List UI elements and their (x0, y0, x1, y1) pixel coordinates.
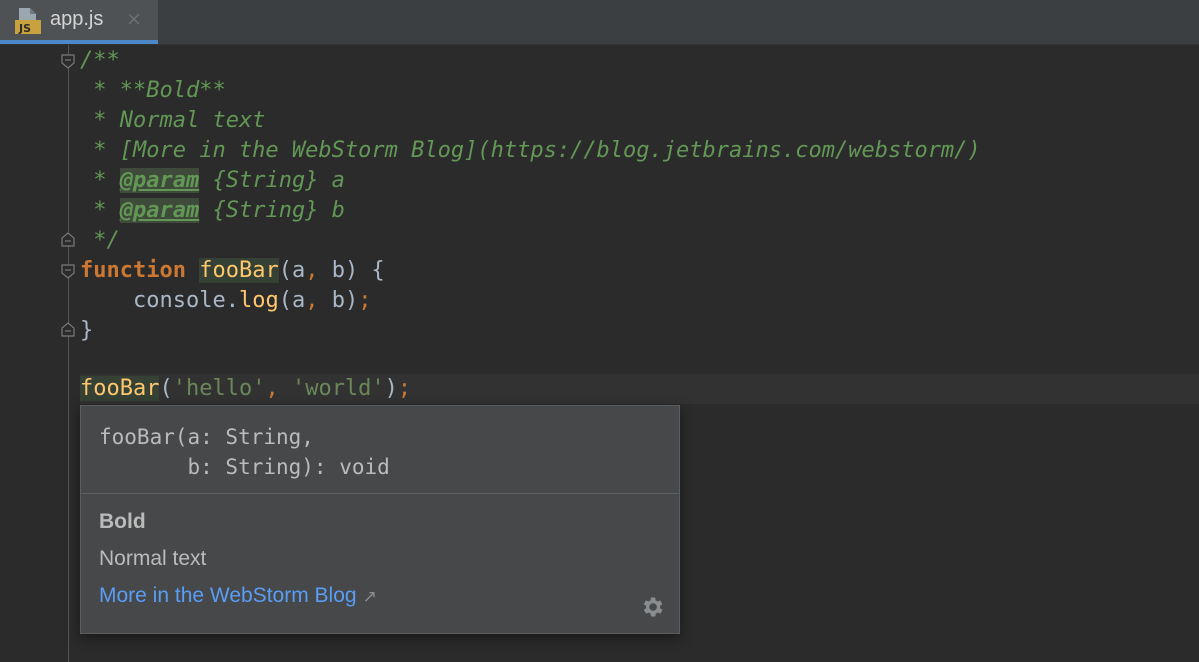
gutter-fold-line (68, 45, 69, 662)
quick-documentation-popup[interactable]: fooBar(a: String, b: String): void Bold … (80, 405, 680, 634)
semicolon: ; (358, 288, 372, 313)
comma: , (305, 258, 319, 283)
semicolon: ; (397, 376, 412, 401)
code-text: b) (318, 288, 359, 313)
doc-normal-text: Normal text (99, 547, 207, 570)
code-line: */ (80, 226, 120, 256)
fold-collapse-icon[interactable] (61, 54, 75, 69)
code-text: b) { (318, 258, 385, 283)
external-link-icon: ↗ (362, 587, 377, 606)
comment-text: * Normal text (80, 108, 266, 133)
string-literal: 'world' (291, 376, 385, 401)
doc-divider (81, 493, 679, 494)
code-line: * @param {String} b (80, 196, 345, 226)
function-name: fooBar (199, 258, 279, 283)
function-call-name: fooBar (80, 376, 160, 401)
comma: , (305, 288, 319, 313)
comment-text: * [More in the WebStorm Blog](https://bl… (80, 138, 981, 163)
fold-end-icon[interactable] (61, 232, 75, 247)
doc-signature: fooBar(a: String, b: String): void (99, 425, 390, 479)
comment-text: */ (80, 228, 120, 253)
svg-text:JS: JS (18, 22, 31, 35)
method-name: log (238, 288, 279, 313)
doc-blog-link[interactable]: More in the WebStorm Blog ↗ (99, 584, 377, 608)
jsdoc-param-tag: @param (119, 168, 200, 193)
code-line: /** (80, 46, 120, 76)
comment-text: * (80, 168, 120, 193)
code-line: * [More in the WebStorm Blog](https://bl… (80, 136, 981, 166)
keyword-function: function (80, 258, 186, 283)
code-text: (a (278, 288, 306, 313)
code-text: console. (80, 288, 239, 313)
code-line: } (80, 316, 93, 346)
code-text: ) (384, 376, 398, 401)
editor-tab-bar: JS app.js × (0, 0, 1199, 45)
code-text: ( (159, 376, 173, 401)
tab-app-js[interactable]: JS app.js × (0, 0, 158, 44)
gear-icon[interactable] (639, 594, 665, 620)
code-line: function fooBar(a, b) { (80, 256, 385, 286)
closing-brace: } (80, 318, 94, 343)
current-code-line: fooBar('hello', 'world'); (80, 374, 1199, 404)
code-line: * **Bold** (80, 76, 226, 106)
tab-title: app.js (50, 8, 104, 30)
code-text: (a (278, 258, 306, 283)
comment-text: /** (80, 48, 120, 73)
javascript-file-icon: JS (15, 8, 41, 35)
code-line: * @param {String} a (80, 166, 345, 196)
close-icon[interactable]: × (126, 8, 142, 30)
code-line: console.log(a, b); (80, 286, 371, 316)
comment-text: * **Bold** (80, 78, 226, 103)
comma: , (265, 376, 279, 401)
fold-end-icon[interactable] (61, 322, 75, 337)
string-literal: 'hello' (172, 376, 266, 401)
jsdoc-param-tag: @param (119, 198, 200, 223)
doc-bold-text: Bold (99, 510, 146, 533)
comment-text: {String} b (199, 198, 345, 223)
comment-text: * (80, 198, 120, 223)
comment-text: {String} a (199, 168, 345, 193)
code-line: * Normal text (80, 106, 265, 136)
doc-link-label[interactable]: More in the WebStorm Blog (99, 584, 357, 607)
fold-collapse-icon[interactable] (61, 264, 75, 279)
